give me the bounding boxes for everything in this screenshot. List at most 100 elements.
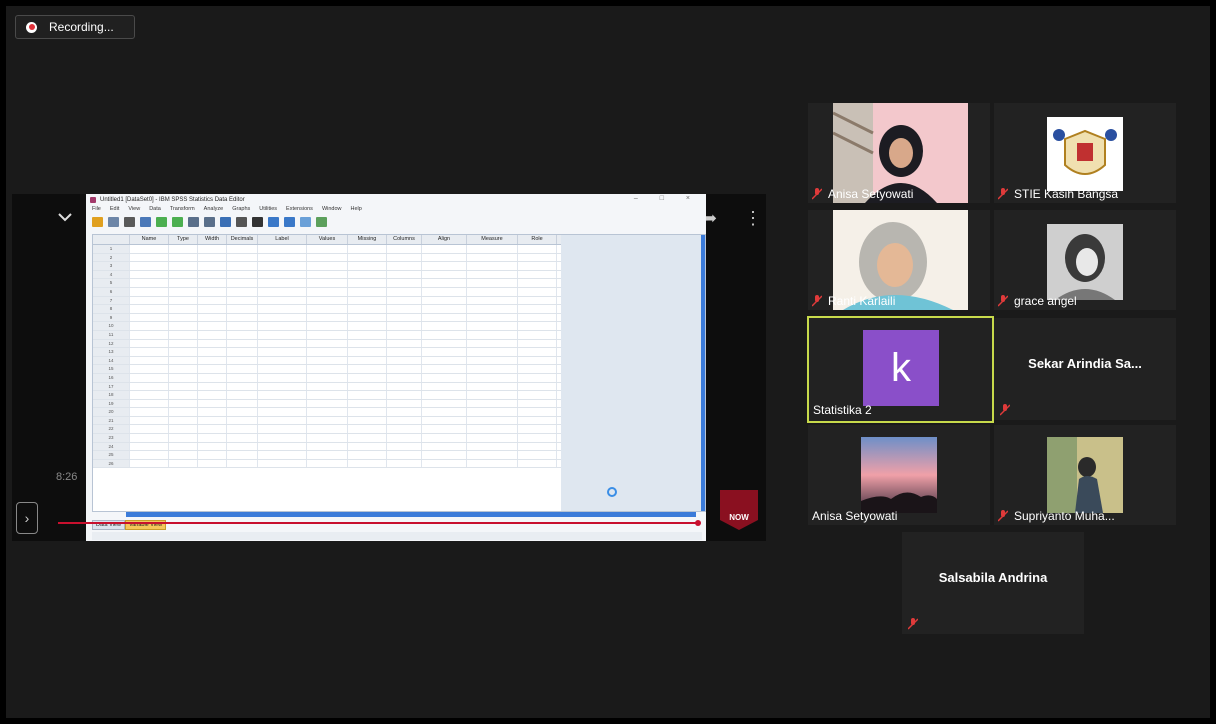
horizontal-scrollbar[interactable] <box>126 512 696 517</box>
grid-cell[interactable] <box>258 459 307 468</box>
grid-cell[interactable] <box>169 425 198 434</box>
grid-cell[interactable] <box>348 348 387 356</box>
grid-cell[interactable] <box>169 442 198 451</box>
grid-cell[interactable] <box>518 296 557 305</box>
grid-cell[interactable] <box>227 399 258 408</box>
grid-cell[interactable] <box>198 356 227 365</box>
goto-variable-icon[interactable] <box>204 217 215 227</box>
grid-cell[interactable] <box>169 416 198 425</box>
grid-cell[interactable] <box>387 425 422 434</box>
grid-cell[interactable] <box>258 245 307 253</box>
grid-cell[interactable] <box>467 262 518 270</box>
grid-cell[interactable] <box>518 305 557 313</box>
participant-tile[interactable]: Anisa Setyowati <box>808 103 990 203</box>
grid-cell[interactable] <box>198 305 227 313</box>
grid-cell[interactable] <box>258 262 307 270</box>
grid-cell[interactable] <box>198 296 227 305</box>
grid-cell[interactable] <box>387 373 422 382</box>
grid-cell[interactable] <box>518 382 557 391</box>
grid-cell[interactable] <box>518 373 557 382</box>
grid-cell[interactable] <box>422 365 467 373</box>
grid-cell[interactable] <box>130 296 169 305</box>
grid-cell[interactable] <box>198 253 227 262</box>
participant-tile[interactable]: grace angel <box>994 210 1176 310</box>
grid-cell[interactable] <box>198 313 227 322</box>
grid-cell[interactable] <box>307 287 348 296</box>
grid-cell[interactable] <box>198 425 227 434</box>
grid-cell[interactable] <box>258 356 307 365</box>
grid-cell[interactable] <box>518 279 557 287</box>
grid-cell[interactable] <box>258 416 307 425</box>
grid-cell[interactable] <box>387 365 422 373</box>
grid-cell[interactable] <box>348 451 387 459</box>
grid-cell[interactable] <box>258 382 307 391</box>
grid-cell[interactable] <box>387 416 422 425</box>
grid-cell[interactable] <box>387 408 422 416</box>
spss-window[interactable]: Untitled1 [DataSet0] - IBM SPSS Statisti… <box>86 194 706 541</box>
grid-cell[interactable] <box>387 330 422 339</box>
grid-cell[interactable] <box>227 408 258 416</box>
grid-cell[interactable] <box>130 459 169 468</box>
next-video-button[interactable]: › <box>16 502 38 534</box>
grid-cell[interactable] <box>130 391 169 399</box>
grid-cell[interactable] <box>422 356 467 365</box>
grid-cell[interactable] <box>348 373 387 382</box>
grid-cell[interactable] <box>348 322 387 330</box>
grid-cell[interactable] <box>307 382 348 391</box>
grid-cell[interactable] <box>307 356 348 365</box>
grid-cell[interactable] <box>258 330 307 339</box>
grid-cell[interactable] <box>348 391 387 399</box>
grid-cell[interactable] <box>258 339 307 348</box>
grid-cell[interactable] <box>307 262 348 270</box>
grid-cell[interactable] <box>467 391 518 399</box>
column-header[interactable]: Name <box>130 235 169 244</box>
grid-cell[interactable] <box>422 391 467 399</box>
grid-cell[interactable] <box>258 408 307 416</box>
grid-cell[interactable] <box>169 339 198 348</box>
grid-cell[interactable] <box>387 356 422 365</box>
grid-cell[interactable] <box>198 262 227 270</box>
grid-cell[interactable] <box>467 408 518 416</box>
participant-tile[interactable]: STIE Kasih Bangsa <box>994 103 1176 203</box>
grid-cell[interactable] <box>387 322 422 330</box>
grid-cell[interactable] <box>387 313 422 322</box>
grid-cell[interactable] <box>467 305 518 313</box>
grid-cell[interactable] <box>130 425 169 434</box>
grid-cell[interactable] <box>348 434 387 442</box>
grid-cell[interactable] <box>307 305 348 313</box>
column-header[interactable]: Width <box>198 235 227 244</box>
grid-cell[interactable] <box>169 408 198 416</box>
grid-cell[interactable] <box>169 356 198 365</box>
grid-cell[interactable] <box>348 253 387 262</box>
grid-cell[interactable] <box>198 399 227 408</box>
grid-cell[interactable] <box>467 313 518 322</box>
grid-cell[interactable] <box>518 245 557 253</box>
grid-cell[interactable] <box>258 279 307 287</box>
grid-cell[interactable] <box>467 365 518 373</box>
grid-cell[interactable] <box>198 270 227 279</box>
grid-cell[interactable] <box>422 313 467 322</box>
column-header[interactable]: Type <box>169 235 198 244</box>
grid-cell[interactable] <box>467 279 518 287</box>
menu-item[interactable]: Extensions <box>286 206 313 215</box>
grid-cell[interactable] <box>467 459 518 468</box>
grid-cell[interactable] <box>467 416 518 425</box>
grid-cell[interactable] <box>387 279 422 287</box>
grid-cell[interactable] <box>258 253 307 262</box>
grid-cell[interactable] <box>169 305 198 313</box>
grid-cell[interactable] <box>258 296 307 305</box>
grid-cell[interactable] <box>169 399 198 408</box>
grid-cell[interactable] <box>307 425 348 434</box>
grid-cell[interactable] <box>198 339 227 348</box>
menu-item[interactable]: Analyze <box>204 206 224 215</box>
grid-cell[interactable] <box>130 279 169 287</box>
grid-cell[interactable] <box>387 434 422 442</box>
grid-cell[interactable] <box>130 382 169 391</box>
grid-cell[interactable] <box>422 459 467 468</box>
grid-cell[interactable] <box>198 442 227 451</box>
grid-cell[interactable] <box>467 339 518 348</box>
grid-cell[interactable] <box>467 434 518 442</box>
grid-cell[interactable] <box>198 382 227 391</box>
grid-cell[interactable] <box>307 245 348 253</box>
grid-cell[interactable] <box>198 451 227 459</box>
